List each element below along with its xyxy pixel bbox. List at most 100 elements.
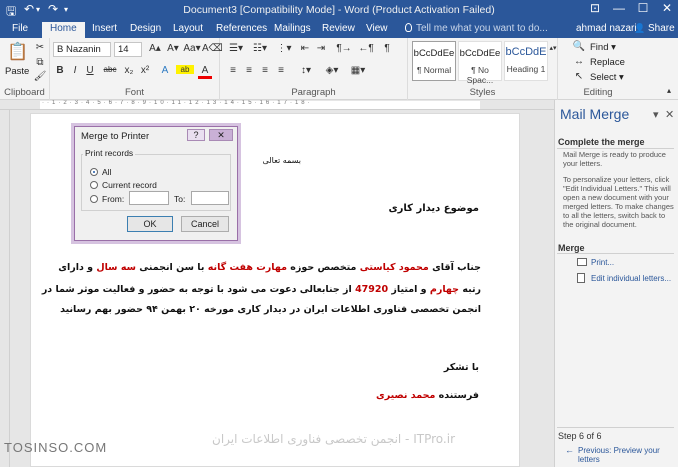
numbering-icon[interactable]: ☷▾ — [250, 43, 270, 54]
clear-formatting-icon[interactable]: A⌫ — [202, 43, 223, 54]
style-no-spacing[interactable]: bCcDdEe ¶ No Spac... — [458, 41, 502, 85]
from-input[interactable] — [129, 191, 169, 205]
strikethrough-button[interactable]: abc — [100, 65, 120, 74]
align-right-icon[interactable]: ≡ — [258, 65, 272, 76]
pane-title: Mail Merge — [560, 106, 630, 122]
copy-icon[interactable]: ⧉ — [33, 57, 47, 68]
ltr-direction-icon[interactable]: ¶→ — [334, 43, 354, 54]
dialog-help-button[interactable]: ? — [187, 129, 205, 141]
font-name-box[interactable]: B Nazanin — [53, 42, 111, 57]
find-button[interactable]: Find ▾ — [590, 42, 616, 53]
styles-more-icon[interactable]: ▴▾ — [549, 44, 557, 53]
tab-view[interactable]: View — [366, 23, 388, 34]
style-heading-1[interactable]: bCcDdE Heading 1 — [504, 41, 548, 81]
shrink-font-icon[interactable]: A▾ — [164, 43, 182, 54]
style-normal[interactable]: bCcDdEe ¶ Normal — [412, 41, 456, 81]
share-button[interactable]: Share — [648, 23, 675, 34]
to-label: To: — [174, 194, 186, 204]
pane-close-icon[interactable]: ✕ — [665, 108, 674, 121]
show-formatting-icon[interactable]: ¶ — [380, 43, 394, 54]
cancel-button[interactable]: Cancel — [181, 216, 229, 232]
highlight-icon[interactable]: ab — [176, 65, 194, 74]
grow-font-icon[interactable]: A▴ — [146, 43, 164, 54]
bold-button[interactable]: B — [53, 65, 67, 76]
pane-options-icon[interactable]: ▾ — [653, 108, 659, 121]
align-left-icon[interactable]: ≡ — [226, 65, 240, 76]
dialog-close-button[interactable]: ✕ — [209, 129, 233, 141]
radio-current-record[interactable] — [90, 181, 98, 189]
rank-field: چهارم — [429, 284, 460, 295]
subscript-button[interactable]: x₂ — [122, 65, 136, 76]
tab-mailings[interactable]: Mailings — [274, 23, 311, 34]
select-button[interactable]: Select ▾ — [590, 72, 624, 83]
print-link[interactable]: Print... — [591, 258, 614, 267]
justify-icon[interactable]: ≡ — [274, 65, 288, 76]
merge-to-printer-dialog: Merge to Printer ? ✕ Print records All C… — [74, 126, 238, 241]
line-spacing-icon[interactable]: ↕▾ — [296, 65, 316, 76]
collapse-ribbon-icon[interactable]: ▴ — [662, 86, 676, 95]
sender-name: محمد نصیری — [376, 390, 436, 401]
underline-button[interactable]: U — [83, 65, 97, 76]
minimize-icon[interactable]: — — [608, 1, 630, 15]
style-normal-name: ¶ Normal — [416, 65, 452, 75]
shading-icon[interactable]: ◈▾ — [322, 65, 342, 76]
decrease-indent-icon[interactable]: ⇤ — [298, 43, 312, 54]
replace-button[interactable]: Replace — [590, 57, 625, 68]
cut-icon[interactable]: ✂ — [33, 42, 47, 53]
format-painter-icon[interactable]: 🖌 — [33, 71, 47, 82]
horizontal-ruler[interactable]: ··1·2·3·4·5·6·7·8·9·10·11·12·13·14·15·16… — [0, 100, 554, 110]
text-effects-icon[interactable]: A — [158, 65, 172, 76]
change-case-icon[interactable]: Aa▾ — [182, 43, 202, 54]
tab-design[interactable]: Design — [130, 23, 161, 34]
line1-g: و دارای — [58, 262, 97, 273]
sender-label: فرستنده — [435, 390, 479, 401]
tab-references[interactable]: References — [216, 23, 267, 34]
dialog-title: Merge to Printer — [81, 131, 150, 142]
align-center-icon[interactable]: ≡ — [242, 65, 256, 76]
title-bar: 🖫 ↶ ▾ ↷ ▾ Document3 [Compatibility Mode]… — [0, 0, 678, 20]
italic-button[interactable]: I — [68, 65, 82, 76]
paste-button[interactable]: 📋 Paste — [4, 42, 30, 80]
select-icon: ↖ — [574, 71, 584, 82]
undo-icon[interactable]: ↶ — [24, 2, 34, 16]
previous-step-link[interactable]: Previous: Preview your letters — [578, 446, 678, 464]
rtl-direction-icon[interactable]: ←¶ — [356, 43, 376, 54]
maximize-icon[interactable]: ☐ — [632, 1, 654, 15]
ok-button[interactable]: OK — [127, 216, 173, 232]
membership-years: سه سال — [96, 262, 136, 273]
subject-line: موضوع دیدار کاری — [388, 203, 479, 214]
vertical-ruler[interactable] — [0, 110, 10, 467]
close-icon[interactable]: ✕ — [656, 1, 678, 15]
find-icon: 🔍 — [572, 41, 586, 52]
customize-quick-access-icon[interactable]: ▾ — [64, 5, 68, 14]
tell-me-search[interactable]: Tell me what you want to do... — [416, 23, 548, 34]
font-label: Font — [124, 87, 144, 98]
undo-dropdown-icon[interactable]: ▾ — [36, 5, 40, 14]
font-size-box[interactable]: 14 — [114, 42, 142, 57]
edit-individual-letters-link[interactable]: Edit individual letters... — [591, 274, 671, 283]
tab-layout[interactable]: Layout — [173, 23, 203, 34]
window-title: Document3 [Compatibility Mode] - Word (P… — [183, 4, 495, 16]
font-color-icon[interactable]: A — [198, 65, 212, 79]
tab-review[interactable]: Review — [322, 23, 355, 34]
style-heading-1-name: Heading 1 — [506, 64, 546, 74]
radio-all-label: All — [102, 167, 112, 177]
redo-icon[interactable]: ↷ — [48, 2, 58, 16]
line2-e: از جنابعالی دعوت می شود با توجه به حضور … — [41, 284, 356, 295]
ribbon-display-options-icon[interactable]: ⊡ — [584, 1, 606, 15]
multilevel-list-icon[interactable]: ⋮▾ — [274, 43, 294, 54]
tab-home[interactable]: Home — [42, 22, 85, 38]
borders-icon[interactable]: ▦▾ — [348, 65, 368, 76]
user-name[interactable]: ahmad nazari — [576, 23, 637, 34]
divider — [557, 253, 674, 254]
tab-insert[interactable]: Insert — [92, 23, 117, 34]
increase-indent-icon[interactable]: ⇥ — [314, 43, 328, 54]
to-input[interactable] — [191, 191, 229, 205]
bullets-icon[interactable]: ☰▾ — [226, 43, 246, 54]
paste-icon: 📋 — [7, 42, 29, 61]
radio-from[interactable] — [90, 195, 98, 203]
replace-icon: ↔ — [574, 56, 584, 67]
radio-all[interactable] — [90, 168, 98, 176]
superscript-button[interactable]: x² — [138, 65, 152, 76]
tab-file[interactable]: File — [12, 23, 28, 34]
